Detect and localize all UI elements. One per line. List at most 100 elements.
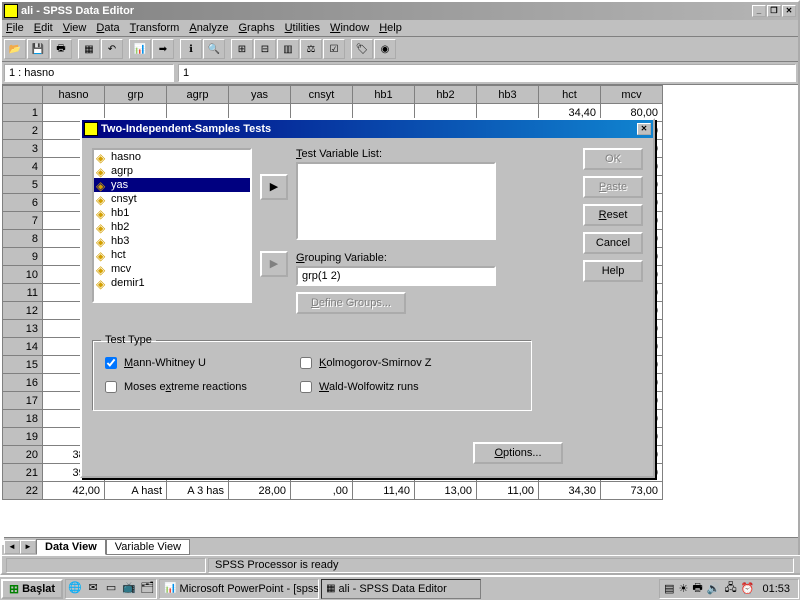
row-header[interactable]: 16 <box>3 374 43 392</box>
row-header[interactable]: 15 <box>3 356 43 374</box>
cell-value-box[interactable] <box>178 64 796 82</box>
row-header[interactable]: 20 <box>3 446 43 464</box>
row-header[interactable]: 21 <box>3 464 43 482</box>
select-cases-icon[interactable]: ☑ <box>323 39 345 59</box>
column-header[interactable]: hct <box>539 86 601 104</box>
dialog-close-button[interactable]: ✕ <box>637 123 651 135</box>
cancel-button[interactable]: Cancel <box>583 232 643 254</box>
tab-data-view[interactable]: Data View <box>36 539 106 555</box>
column-header[interactable]: hb1 <box>353 86 415 104</box>
taskbar-task-active[interactable]: ▦ ali - SPSS Data Editor <box>321 579 481 599</box>
column-header[interactable]: hb3 <box>477 86 539 104</box>
menu-analyze[interactable]: Analyze <box>189 22 228 34</box>
row-header[interactable]: 18 <box>3 410 43 428</box>
menu-graphs[interactable]: Graphs <box>238 22 274 34</box>
variable-item[interactable]: hb2 <box>94 220 250 234</box>
tray-icon[interactable]: 🖶 <box>692 579 702 598</box>
column-header[interactable]: grp <box>105 86 167 104</box>
menu-transform[interactable]: Transform <box>130 22 180 34</box>
data-cell[interactable]: 11,40 <box>353 482 415 500</box>
column-header[interactable]: hasno <box>43 86 105 104</box>
row-header[interactable]: 5 <box>3 176 43 194</box>
move-to-test-list-button[interactable]: ▶ <box>260 174 288 200</box>
tray-icon[interactable]: 🔊 <box>707 582 721 595</box>
row-header[interactable]: 22 <box>3 482 43 500</box>
goto-chart-icon[interactable]: 📊 <box>129 39 151 59</box>
data-cell[interactable]: 11,00 <box>477 482 539 500</box>
variable-item[interactable]: hasno <box>94 150 250 164</box>
insert-case-icon[interactable]: ⊞ <box>231 39 253 59</box>
reset-button[interactable]: Reset <box>583 204 643 226</box>
test-variable-list[interactable] <box>296 162 496 240</box>
mann-whitney-checkbox[interactable] <box>105 357 117 369</box>
row-header[interactable]: 10 <box>3 266 43 284</box>
save-icon[interactable]: 💾 <box>27 39 49 59</box>
data-cell[interactable]: 42,00 <box>43 482 105 500</box>
data-cell[interactable]: 28,00 <box>229 482 291 500</box>
row-header[interactable]: 1 <box>3 104 43 122</box>
cell-name-box[interactable] <box>4 64 174 82</box>
row-header[interactable]: 4 <box>3 158 43 176</box>
variable-item[interactable]: yas <box>94 178 250 192</box>
menu-window[interactable]: Window <box>330 22 369 34</box>
taskbar-task[interactable]: 📊 Microsoft PowerPoint - [spss] <box>159 579 319 599</box>
tray-icon[interactable]: ▤ <box>664 582 674 595</box>
row-header[interactable]: 2 <box>3 122 43 140</box>
row-header[interactable]: 8 <box>3 230 43 248</box>
undo-icon[interactable]: ↶ <box>101 39 123 59</box>
menu-view[interactable]: View <box>63 22 87 34</box>
kolmogorov-checkbox[interactable] <box>300 357 312 369</box>
column-header[interactable]: agrp <box>167 86 229 104</box>
row-header[interactable]: 13 <box>3 320 43 338</box>
data-cell[interactable]: ,00 <box>291 482 353 500</box>
menu-edit[interactable]: Edit <box>34 22 53 34</box>
variable-item[interactable]: hct <box>94 248 250 262</box>
ql-icon[interactable]: ▭ <box>103 581 119 597</box>
tray-icon[interactable]: ⏰ <box>741 582 755 595</box>
ql-icon[interactable]: ✉ <box>85 581 101 597</box>
goto-case-icon[interactable]: ➡ <box>152 39 174 59</box>
define-groups-button[interactable]: Define Groups... <box>296 292 406 314</box>
help-button[interactable]: Help <box>583 260 643 282</box>
ql-icon[interactable]: 📺 <box>121 581 137 597</box>
data-cell[interactable]: A hast <box>105 482 167 500</box>
column-header[interactable]: cnsyt <box>291 86 353 104</box>
variable-item[interactable]: hb1 <box>94 206 250 220</box>
column-header[interactable]: hb2 <box>415 86 477 104</box>
data-cell[interactable]: 34,30 <box>539 482 601 500</box>
print-icon[interactable]: 🖶 <box>50 39 72 59</box>
options-button[interactable]: Options... <box>473 442 563 464</box>
tray-icon[interactable]: ☀ <box>679 582 689 595</box>
data-cell[interactable]: 73,00 <box>601 482 663 500</box>
find-icon[interactable]: 🔍 <box>203 39 225 59</box>
insert-var-icon[interactable]: ⊟ <box>254 39 276 59</box>
menu-file[interactable]: File <box>6 22 24 34</box>
variable-item[interactable]: hb3 <box>94 234 250 248</box>
row-header[interactable]: 17 <box>3 392 43 410</box>
menu-help[interactable]: Help <box>379 22 402 34</box>
menu-data[interactable]: Data <box>96 22 119 34</box>
grouping-variable-field[interactable]: grp(1 2) <box>296 266 496 286</box>
moses-checkbox[interactable] <box>105 381 117 393</box>
move-to-grouping-button[interactable]: ▶ <box>260 251 288 277</box>
ok-button[interactable]: OK <box>583 148 643 170</box>
tab-scroll-left-icon[interactable]: ◄ <box>4 540 20 554</box>
ql-icon[interactable]: 🗂 <box>139 581 155 597</box>
wald-checkbox[interactable] <box>300 381 312 393</box>
row-header[interactable]: 19 <box>3 428 43 446</box>
variables-icon[interactable]: ℹ <box>180 39 202 59</box>
tray-icon[interactable]: 🖧 <box>725 579 737 598</box>
split-file-icon[interactable]: ▥ <box>277 39 299 59</box>
row-header[interactable]: 14 <box>3 338 43 356</box>
row-header[interactable]: 7 <box>3 212 43 230</box>
row-header[interactable]: 12 <box>3 302 43 320</box>
minimize-button[interactable]: _ <box>752 5 766 17</box>
weight-cases-icon[interactable]: ⚖ <box>300 39 322 59</box>
value-labels-icon[interactable]: 🏷 <box>351 39 373 59</box>
use-sets-icon[interactable]: ◉ <box>374 39 396 59</box>
row-header[interactable]: 6 <box>3 194 43 212</box>
column-header[interactable]: yas <box>229 86 291 104</box>
dialog-recall-icon[interactable]: ▦ <box>78 39 100 59</box>
data-cell[interactable]: A 3 has <box>167 482 229 500</box>
variable-item[interactable]: cnsyt <box>94 192 250 206</box>
